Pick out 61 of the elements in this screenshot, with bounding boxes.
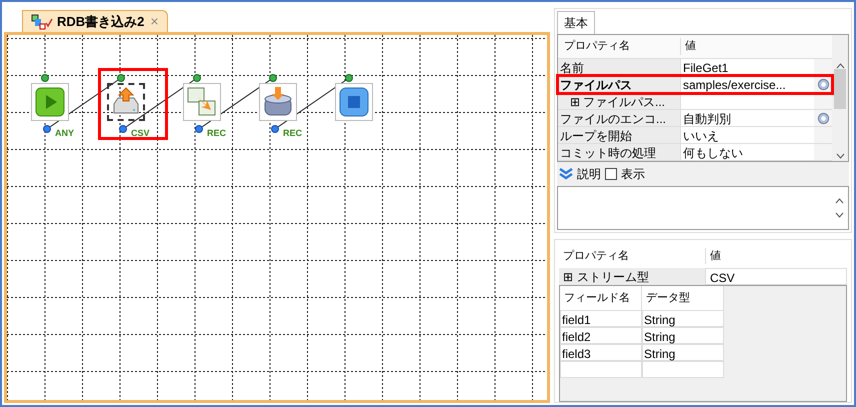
input-port[interactable] [195,125,203,133]
property-name: ファイルのエンコ... [558,110,680,126]
description-label: 説明 [577,166,601,183]
play-icon [35,87,65,117]
property-value: CSV [705,268,847,285]
output-port[interactable] [269,74,277,82]
property-name: コミット時の処理 [558,144,680,160]
property-name: ⊞ ストリーム型 [559,268,705,285]
port-type-label: REC [207,127,226,140]
column-header: フィールド名 [560,286,642,310]
table-cell: field1 [560,310,642,327]
table-cell: String [642,310,724,327]
property-row[interactable]: 名前 FileGet1 [558,59,832,76]
stop-icon [339,87,369,117]
property-row[interactable]: コミット時の処理 何もしない [558,144,832,161]
table-cell: String [642,344,724,361]
scroll-down-icon[interactable] [836,153,844,159]
editor-tab[interactable]: RDB書き込み2 × [22,10,168,32]
input-port[interactable] [43,125,51,133]
input-port[interactable] [271,125,279,133]
output-port[interactable] [345,74,353,82]
flow-node[interactable] [183,83,221,121]
property-row[interactable]: ⊞ ファイルパス... [558,93,832,110]
flow-icon [31,14,53,30]
output-port[interactable] [117,74,125,82]
table-cell: field2 [560,327,642,344]
port-type-label: ANY [55,127,74,140]
port-type-label: REC [283,127,302,140]
chevron-down-icon[interactable] [559,168,573,180]
scroll-up-icon[interactable] [836,63,844,69]
flow-node[interactable] [259,83,297,121]
column-header: データ型 [642,286,724,310]
column-header: プロパティ名 [563,38,631,54]
table-cell: field3 [560,344,642,361]
flow-node[interactable] [107,83,145,121]
highlight-frame [98,68,168,140]
flow-node[interactable] [335,83,373,121]
database-icon [262,86,294,118]
table-cell: String [642,327,724,344]
show-label: 表示 [621,166,645,183]
scroll-up-icon[interactable] [835,198,844,204]
scrollbar[interactable] [832,35,848,161]
scroll-down-icon[interactable] [835,212,844,218]
flow-node[interactable] [31,83,69,121]
port-type-label: CSV [131,127,150,140]
column-header: プロパティ名 [562,248,630,264]
properties-tab[interactable]: 基本 [557,11,595,34]
show-checkbox[interactable] [605,168,617,180]
property-row[interactable]: ファイルパス samples/exercise... [558,76,832,93]
property-name: 名前 [558,59,680,75]
property-name: ループを開始 [558,127,680,143]
scrollbar-thumb[interactable] [834,69,846,109]
property-row[interactable]: ループを開始 いいえ [558,127,832,144]
output-port[interactable] [41,74,49,82]
column-header: 値 [705,248,847,264]
property-row[interactable]: ファイルのエンコ... 自動判別 [558,110,832,127]
table-convert-icon [186,86,218,118]
output-port[interactable] [193,74,201,82]
property-name: ファイルパス [558,76,680,92]
tab-title: RDB書き込み2 [57,12,144,31]
input-port[interactable] [119,125,127,133]
